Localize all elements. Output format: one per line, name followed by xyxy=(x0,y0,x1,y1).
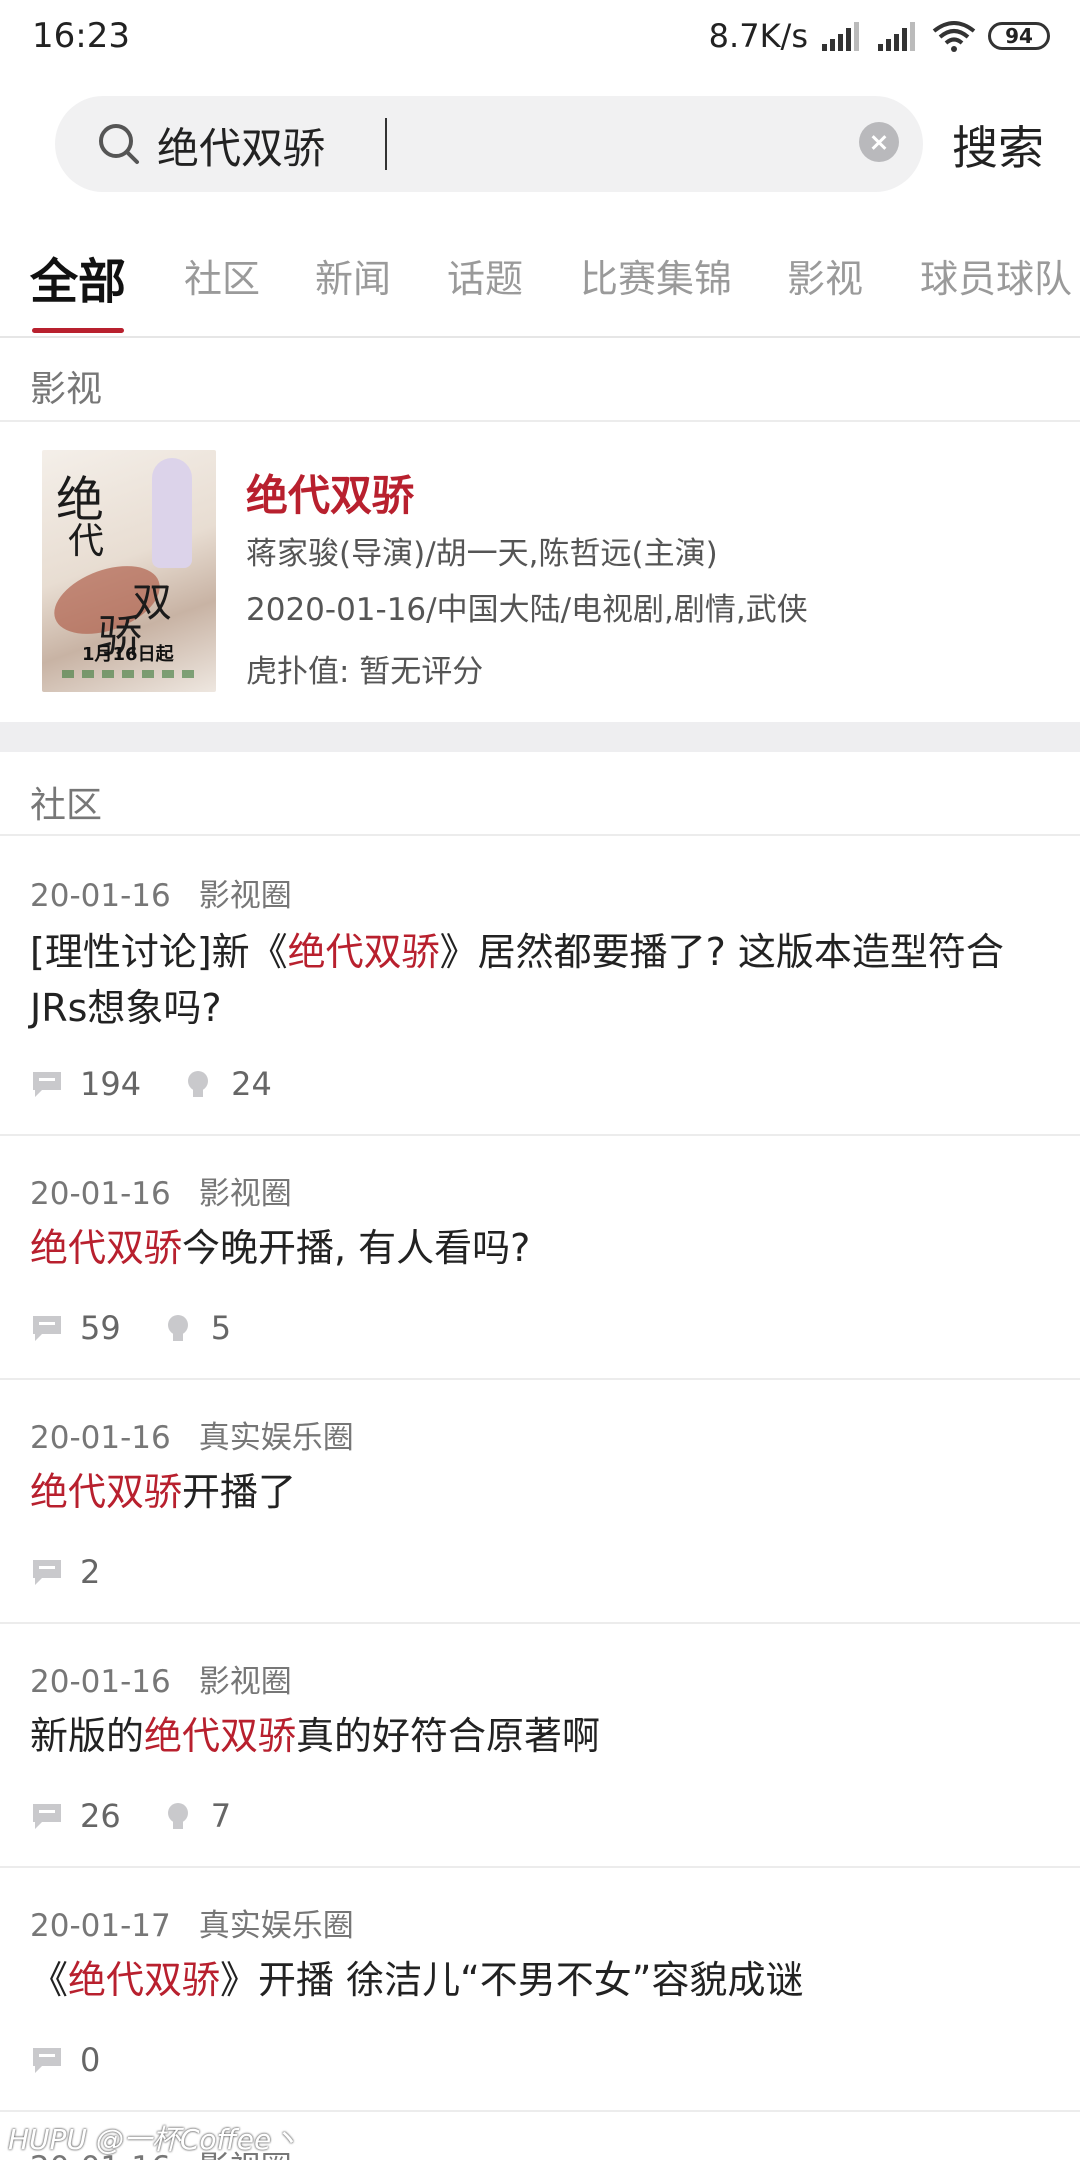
status-bar: 16:23 8.7K/s 94 xyxy=(0,0,1080,76)
poster-char: 代 xyxy=(68,521,105,562)
comment-icon xyxy=(33,1072,61,1097)
comment-icon xyxy=(33,1804,61,1829)
search-button[interactable]: 搜索 xyxy=(952,112,1044,178)
post-board: 真实娱乐圈 xyxy=(198,1420,354,1456)
reply-count: 2 xyxy=(80,1553,101,1591)
movie-rating: 虎扑值: 暂无评分 xyxy=(246,654,484,690)
post-title: 新版的绝代双骄真的好符合原著啊 xyxy=(30,1708,1050,1764)
light-icon xyxy=(167,1315,188,1341)
tab-film-tv[interactable]: 影视 xyxy=(787,248,863,303)
post-date: 20-01-16 xyxy=(30,1420,171,1456)
title-highlight: 绝代双骄 xyxy=(287,930,440,974)
post-title: 《绝代双骄》开播 徐洁儿“不男不女”容貌成谜 xyxy=(30,1952,1050,2008)
tab-news[interactable]: 新闻 xyxy=(315,248,391,303)
tab-all[interactable]: 全部 xyxy=(30,242,126,312)
title-text: 今晚开播, 有人看吗? xyxy=(182,1226,531,1270)
light-count: 24 xyxy=(231,1065,272,1103)
post-meta: 20-01-16 影视圈 xyxy=(30,1656,292,1701)
post-item[interactable]: 20-01-17 真实娱乐圈 《绝代双骄》开播 徐洁儿“不男不女”容貌成谜 0 xyxy=(0,1868,1080,2110)
post-date: 20-01-16 xyxy=(30,878,171,914)
search-input[interactable] xyxy=(155,114,779,176)
post-item[interactable]: 20-01-16 影视圈 [理性讨论]新《绝代双骄》居然都要播了? 这版本造型符合… xyxy=(0,836,1080,1134)
post-date: 20-01-16 xyxy=(30,1664,171,1700)
reply-count: 194 xyxy=(80,1065,142,1103)
post-title: 绝代双骄今晚开播, 有人看吗? xyxy=(30,1220,1050,1276)
post-item[interactable]: 20-01-16 影视圈 新版的绝代双骄真的好符合原著啊 26 7 xyxy=(0,1624,1080,1866)
post-title: 绝代双骄开播了 xyxy=(30,1464,1050,1520)
comment-icon xyxy=(33,1316,61,1341)
category-tabs: 全部 社区 新闻 话题 比赛集锦 影视 球员球队 xyxy=(0,236,1080,338)
reply-count: 59 xyxy=(80,1309,121,1347)
post-date: 20-01-16 xyxy=(30,1176,171,1212)
clear-icon[interactable] xyxy=(859,122,899,162)
title-text: 开播了 xyxy=(182,1470,297,1514)
comment-icon xyxy=(33,1560,61,1585)
tab-players-teams[interactable]: 球员球队 xyxy=(920,248,1072,303)
tab-indicator xyxy=(32,328,124,333)
post-meta: 20-01-16 真实娱乐圈 xyxy=(30,1412,354,1457)
movie-poster[interactable]: 绝 代 双 骄 1月16日起 xyxy=(42,450,216,692)
tab-community[interactable]: 社区 xyxy=(184,248,260,303)
light-icon xyxy=(188,1071,209,1097)
post-item[interactable]: 20-01-16 真实娱乐圈 绝代双骄开播了 2 xyxy=(0,1380,1080,1622)
battery-icon: 94 xyxy=(988,22,1050,50)
reply-count: 26 xyxy=(80,1797,121,1835)
title-highlight: 绝代双骄 xyxy=(30,1226,183,1270)
section-title-film: 影视 xyxy=(30,369,103,410)
title-highlight: 绝代双骄 xyxy=(144,1714,297,1758)
search-icon xyxy=(99,124,139,164)
post-board: 影视圈 xyxy=(198,878,292,914)
tab-topics[interactable]: 话题 xyxy=(447,248,523,303)
light-count: 5 xyxy=(210,1309,232,1347)
comment-icon xyxy=(33,2048,61,2073)
movie-crew: 蒋家骏(导演)/胡一天,陈哲远(主演) xyxy=(246,536,718,572)
section-title-community: 社区 xyxy=(30,785,103,826)
wifi-icon xyxy=(932,21,976,52)
post-meta: 20-01-16 影视圈 xyxy=(30,1168,292,1213)
status-icons: 8.7K/s 94 xyxy=(709,14,1050,58)
post-board: 影视圈 xyxy=(198,1176,292,1212)
post-board: 影视圈 xyxy=(198,1664,292,1700)
tab-highlights[interactable]: 比赛集锦 xyxy=(580,248,732,303)
net-speed: 8.7K/s xyxy=(708,17,808,55)
post-meta: 20-01-16 影视圈 xyxy=(30,870,292,915)
poster-figure xyxy=(152,458,192,568)
title-highlight: 绝代双骄 xyxy=(30,1470,183,1514)
poster-date: 1月16日起 xyxy=(82,644,174,665)
movie-title[interactable]: 绝代双骄 xyxy=(246,462,414,523)
light-icon xyxy=(167,1803,188,1829)
signal-icon-2 xyxy=(878,22,915,51)
section-gap xyxy=(0,722,1080,752)
reply-count: 0 xyxy=(80,2041,101,2079)
title-highlight: 绝代双骄 xyxy=(68,1958,221,2002)
title-text: [理性讨论]新《 xyxy=(30,930,288,974)
post-board: 真实娱乐圈 xyxy=(198,1908,354,1944)
post-stats: 59 5 xyxy=(30,1308,271,1348)
post-stats: 194 24 xyxy=(30,1064,312,1104)
title-text: 《 xyxy=(30,1958,69,2002)
signal-icon xyxy=(822,22,859,51)
title-text: 真的好符合原著啊 xyxy=(296,1714,601,1758)
light-count: 7 xyxy=(210,1797,232,1835)
post-stats: 0 xyxy=(30,2040,140,2080)
search-bar[interactable] xyxy=(55,96,923,192)
poster-logos xyxy=(62,670,196,678)
title-text: 》开播 徐洁儿“不男不女”容貌成谜 xyxy=(220,1958,804,2002)
post-item[interactable]: 20-01-16 影视圈 绝代双骄今晚开播, 有人看吗? 59 5 xyxy=(0,1136,1080,1378)
post-title: [理性讨论]新《绝代双骄》居然都要播了? 这版本造型符合JRs想象吗? xyxy=(30,924,1050,1036)
watermark: HUPU @一杯Coffee丶 xyxy=(8,2123,300,2156)
text-caret xyxy=(385,118,387,170)
divider xyxy=(0,420,1080,422)
post-stats: 2 xyxy=(30,1552,140,1592)
post-stats: 26 7 xyxy=(30,1796,271,1836)
movie-info: 2020-01-16/中国大陆/电视剧,剧情,武侠 xyxy=(246,592,808,628)
status-time: 16:23 xyxy=(32,16,130,56)
title-text: 新版的 xyxy=(30,1714,145,1758)
post-date: 20-01-17 xyxy=(30,1908,171,1944)
post-meta: 20-01-17 真实娱乐圈 xyxy=(30,1900,354,1945)
